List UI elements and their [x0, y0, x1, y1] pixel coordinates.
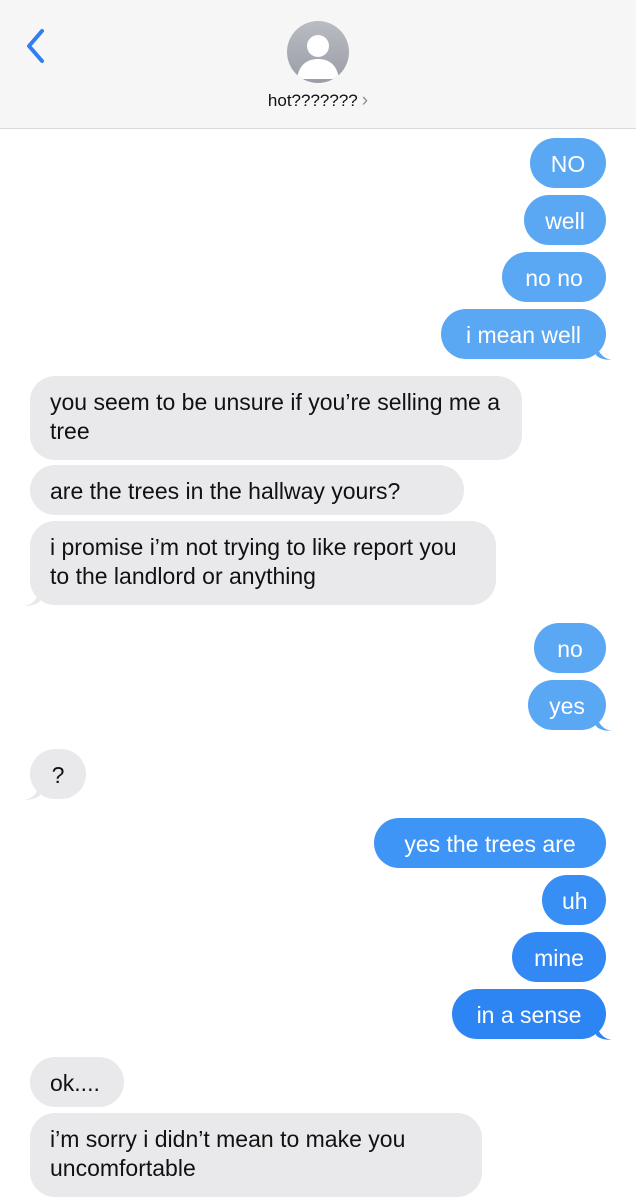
received-message[interactable]: you seem to be unsure if you’re selling …: [30, 376, 522, 460]
sent-message[interactable]: mine: [512, 932, 606, 982]
sent-message[interactable]: yes: [528, 680, 606, 730]
sent-message[interactable]: yes the trees are: [374, 818, 606, 868]
bubble-tail: [596, 1023, 612, 1040]
received-message[interactable]: i promise i’m not trying to like report …: [30, 521, 496, 605]
bubble-tail: [24, 589, 40, 606]
sent-message[interactable]: uh: [542, 875, 606, 925]
received-message[interactable]: are the trees in the hallway yours?: [30, 465, 464, 515]
contact-name: hot???????: [267, 91, 358, 110]
chevron-left-icon: [27, 29, 44, 63]
chevron-right-icon: ›: [361, 90, 369, 111]
sent-message[interactable]: in a sense: [452, 989, 606, 1039]
sent-message[interactable]: no no: [502, 252, 606, 302]
contact-avatar[interactable]: [287, 21, 349, 83]
bubble-tail: [596, 343, 612, 360]
sent-message[interactable]: well: [524, 195, 606, 245]
person-silhouette-icon: [297, 35, 339, 79]
received-message[interactable]: i’m sorry i didn’t mean to make you unco…: [30, 1113, 482, 1197]
sent-message[interactable]: no: [534, 623, 606, 673]
contact-name-button[interactable]: hot??????? ›: [0, 90, 636, 112]
sent-message[interactable]: i mean well: [441, 309, 606, 359]
sent-message[interactable]: NO: [530, 138, 606, 188]
received-message[interactable]: ok....: [30, 1057, 124, 1107]
back-button[interactable]: [22, 26, 50, 66]
bubble-tail: [596, 714, 612, 731]
conversation-header: hot??????? ›: [0, 0, 636, 129]
bubble-tail: [24, 783, 40, 800]
